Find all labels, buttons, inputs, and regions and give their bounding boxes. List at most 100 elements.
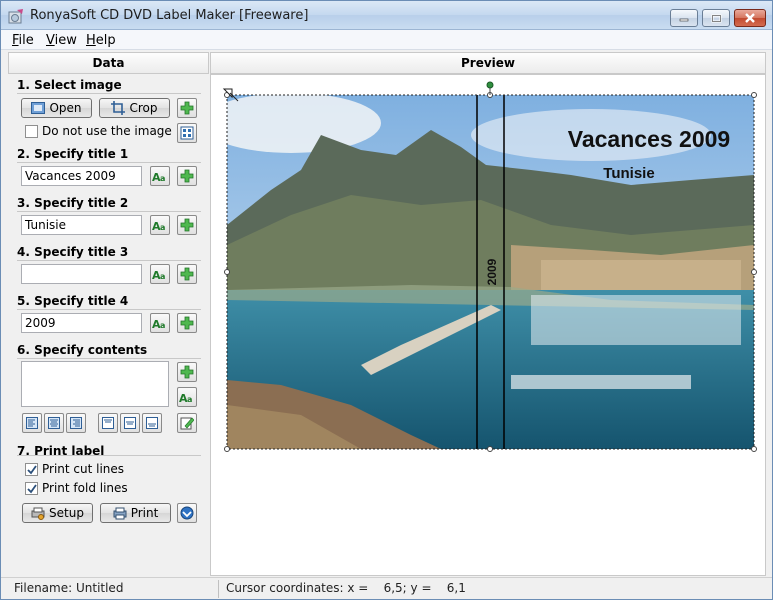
resize-handle[interactable] — [751, 92, 757, 98]
close-button[interactable] — [734, 9, 766, 27]
close-icon — [745, 13, 755, 23]
title2-font-button[interactable]: Aa — [150, 215, 170, 235]
green-plus-icon — [180, 316, 194, 330]
separator — [17, 162, 201, 163]
menu-bar: File View Help — [1, 30, 772, 50]
align-left-button[interactable] — [22, 413, 42, 433]
valign-middle-icon — [124, 417, 136, 429]
green-plus-icon — [180, 169, 194, 183]
checkmark-icon — [26, 483, 37, 493]
fold-lines-label: Print fold lines — [42, 481, 128, 495]
valign-bottom-button[interactable] — [142, 413, 162, 433]
title3-input[interactable] — [21, 264, 142, 284]
separator — [17, 455, 201, 456]
layout-icon — [180, 126, 194, 140]
menu-view-mnemonic: V — [46, 33, 55, 48]
contents-textarea[interactable] — [21, 361, 169, 407]
edit-contents-button[interactable] — [177, 413, 197, 433]
menu-view[interactable]: View — [46, 33, 77, 48]
resize-handle[interactable] — [751, 446, 757, 452]
svg-text:a: a — [160, 272, 165, 280]
menu-help[interactable]: Help — [86, 33, 116, 48]
no-image-checkbox[interactable] — [25, 125, 38, 138]
menu-file[interactable]: File — [12, 33, 34, 48]
section-title-3: 4. Specify title 3 — [17, 245, 129, 259]
window-title: RonyaSoft CD DVD Label Maker [Freeware] — [30, 8, 309, 23]
checkmark-icon — [26, 464, 37, 474]
preview-canvas[interactable]: Vacances 2009 Tunisie 2009 — [210, 74, 766, 576]
menu-help-mnemonic: H — [86, 33, 96, 48]
preview-panel-header: Preview — [210, 52, 766, 74]
update-button[interactable] — [177, 503, 197, 523]
menu-view-label: iew — [54, 33, 77, 48]
title4-add-button[interactable] — [177, 313, 197, 333]
setup-button-label: Setup — [49, 506, 84, 520]
title2-input[interactable]: Tunisie — [21, 215, 142, 235]
status-bar: Filename: Untitled Cursor coordinates: x… — [1, 577, 772, 599]
separator — [17, 309, 201, 310]
separator — [17, 211, 201, 212]
resize-handle[interactable] — [224, 269, 230, 275]
minimize-icon — [679, 18, 689, 22]
separator — [17, 260, 201, 261]
print-button-label: Print — [130, 506, 159, 520]
valign-top-icon — [102, 417, 114, 429]
minimize-button[interactable] — [670, 9, 698, 27]
no-image-label: Do not use the image — [42, 124, 172, 138]
title2-add-button[interactable] — [177, 215, 197, 235]
font-style-icon: Aa — [152, 171, 165, 182]
resize-handle[interactable] — [487, 446, 493, 452]
menu-file-label: ile — [18, 33, 34, 48]
cut-lines-label: Print cut lines — [42, 462, 125, 476]
font-style-icon: Aa — [152, 318, 165, 329]
resize-handle[interactable] — [224, 446, 230, 452]
app-logo-icon — [8, 9, 23, 24]
align-right-button[interactable] — [66, 413, 86, 433]
font-style-icon: Aa — [152, 269, 165, 280]
image-layout-button[interactable] — [177, 123, 197, 143]
section-title-4: 5. Specify title 4 — [17, 294, 129, 308]
title4-input[interactable]: 2009 — [21, 313, 142, 333]
rotate-handle[interactable] — [486, 81, 494, 89]
title1-add-button[interactable] — [177, 166, 197, 186]
add-image-button[interactable] — [177, 98, 197, 118]
preview-spine-text: 2009 — [485, 258, 499, 285]
svg-text:a: a — [160, 321, 165, 329]
cut-lines-checkbox[interactable] — [25, 463, 38, 476]
crop-button[interactable]: Crop — [99, 98, 170, 118]
font-style-icon: Aa — [179, 392, 192, 403]
green-plus-icon — [180, 101, 194, 115]
section-contents: 6. Specify contents — [17, 343, 148, 357]
printer-setup-icon — [31, 507, 45, 520]
font-style-icon: Aa — [152, 220, 165, 231]
section-title-1: 2. Specify title 1 — [17, 147, 129, 161]
svg-text:a: a — [187, 395, 192, 403]
align-left-icon — [26, 417, 38, 429]
update-icon — [180, 506, 194, 520]
open-button[interactable]: Open — [21, 98, 92, 118]
app-window: RonyaSoft CD DVD Label Maker [Freeware] … — [0, 0, 773, 600]
title1-input[interactable]: Vacances 2009 — [21, 166, 142, 186]
align-right-icon — [70, 417, 82, 429]
valign-middle-button[interactable] — [120, 413, 140, 433]
edit-icon — [180, 417, 194, 430]
align-center-button[interactable] — [44, 413, 64, 433]
print-button[interactable]: Print — [100, 503, 171, 523]
printer-icon — [113, 507, 127, 519]
title3-font-button[interactable]: Aa — [150, 264, 170, 284]
contents-add-button[interactable] — [177, 362, 197, 382]
preview-title1: Vacances 2009 — [568, 126, 730, 152]
title3-add-button[interactable] — [177, 264, 197, 284]
valign-top-button[interactable] — [98, 413, 118, 433]
fold-lines-checkbox[interactable] — [25, 482, 38, 495]
title4-font-button[interactable]: Aa — [150, 313, 170, 333]
setup-button[interactable]: Setup — [22, 503, 93, 523]
menu-help-label: elp — [95, 33, 116, 48]
title1-font-button[interactable]: Aa — [150, 166, 170, 186]
maximize-button[interactable] — [702, 9, 730, 27]
crop-button-label: Crop — [129, 101, 158, 115]
label-preview: Vacances 2009 Tunisie 2009 — [222, 81, 757, 452]
contents-font-button[interactable]: Aa — [177, 387, 197, 407]
status-divider — [218, 580, 219, 598]
resize-handle[interactable] — [751, 269, 757, 275]
